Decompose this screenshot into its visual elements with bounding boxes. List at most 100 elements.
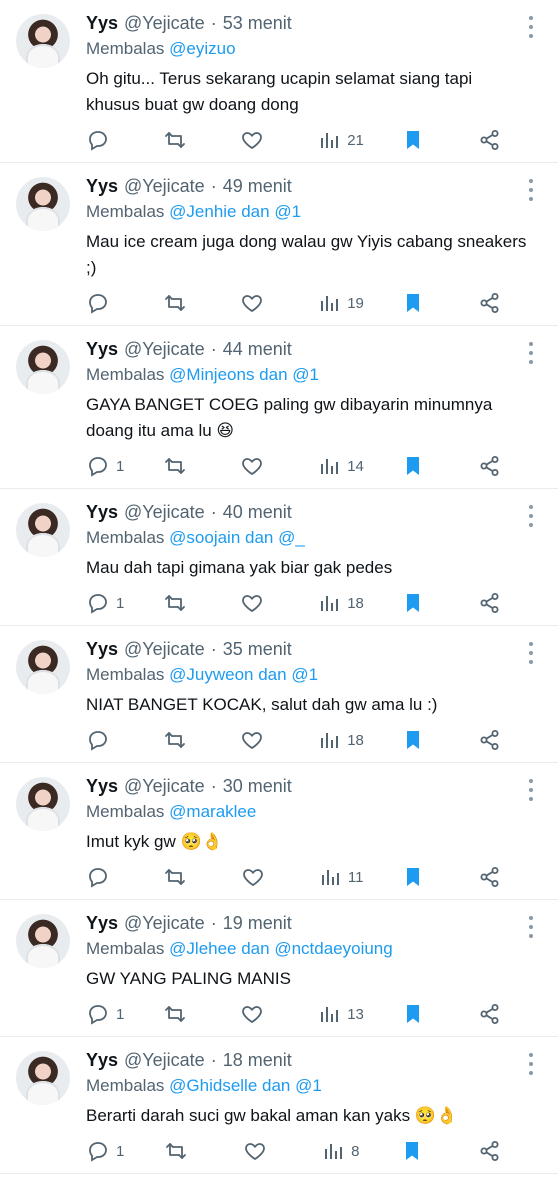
avatar[interactable] xyxy=(16,777,70,831)
author-handle[interactable]: @Yejicate xyxy=(124,175,205,197)
bookmark-button[interactable] xyxy=(401,728,441,752)
retweet-button[interactable] xyxy=(163,1002,203,1026)
like-button[interactable] xyxy=(240,728,280,752)
more-icon[interactable] xyxy=(522,179,540,201)
avatar[interactable] xyxy=(16,640,70,694)
more-icon[interactable] xyxy=(522,916,540,938)
share-button[interactable] xyxy=(478,1139,518,1163)
reply-button[interactable] xyxy=(86,728,126,752)
author-name[interactable]: Yys xyxy=(86,912,118,934)
views-button[interactable]: 13 xyxy=(317,1002,364,1026)
author-handle[interactable]: @Yejicate xyxy=(124,638,205,660)
author-handle[interactable]: @Yejicate xyxy=(124,775,205,797)
bookmark-button[interactable] xyxy=(401,865,441,889)
avatar[interactable] xyxy=(16,503,70,557)
author-handle[interactable]: @Yejicate xyxy=(124,912,205,934)
retweet-button[interactable] xyxy=(163,291,203,315)
replying-to-link[interactable]: @Ghidselle dan @1 xyxy=(169,1076,322,1095)
tweet[interactable]: Yys @Yejicate · 53 menit Membalas @eyizu… xyxy=(0,0,558,163)
share-button[interactable] xyxy=(478,454,518,478)
bookmark-button[interactable] xyxy=(401,454,441,478)
reply-button[interactable]: 1 xyxy=(86,454,126,478)
like-button[interactable] xyxy=(240,1002,280,1026)
bookmark-button[interactable] xyxy=(401,128,441,152)
timestamp[interactable]: 49 menit xyxy=(223,175,292,197)
author-name[interactable]: Yys xyxy=(86,175,118,197)
reply-button[interactable] xyxy=(86,128,126,152)
more-icon[interactable] xyxy=(522,779,540,801)
replying-to-link[interactable]: @Jenhie dan @1 xyxy=(169,202,301,221)
like-button[interactable] xyxy=(240,454,280,478)
author-name[interactable]: Yys xyxy=(86,338,118,360)
replying-to-link[interactable]: @eyizuo xyxy=(169,39,235,58)
retweet-button[interactable] xyxy=(163,128,203,152)
bookmark-button[interactable] xyxy=(400,1139,440,1163)
retweet-button[interactable] xyxy=(163,454,203,478)
timestamp[interactable]: 35 menit xyxy=(223,638,292,660)
bookmark-button[interactable] xyxy=(401,291,441,315)
like-button[interactable] xyxy=(241,865,281,889)
tweet[interactable]: Yys @Yejicate · 19 menit Membalas @Jlehe… xyxy=(0,900,558,1037)
avatar[interactable] xyxy=(16,1051,70,1105)
author-name[interactable]: Yys xyxy=(86,501,118,523)
timestamp[interactable]: 53 menit xyxy=(223,12,292,34)
like-button[interactable] xyxy=(240,291,280,315)
tweet[interactable]: Yys @Yejicate · 35 menit Membalas @Juywe… xyxy=(0,626,558,763)
views-button[interactable]: 18 xyxy=(317,591,364,615)
timestamp[interactable]: 44 menit xyxy=(223,338,292,360)
bookmark-button[interactable] xyxy=(401,591,441,615)
more-icon[interactable] xyxy=(522,16,540,38)
avatar[interactable] xyxy=(16,340,70,394)
retweet-button[interactable] xyxy=(163,728,203,752)
tweet[interactable]: Yys @Yejicate · 44 menit Membalas @Minje… xyxy=(0,326,558,489)
more-icon[interactable] xyxy=(522,505,540,527)
author-name[interactable]: Yys xyxy=(86,638,118,660)
views-button[interactable]: 11 xyxy=(318,865,363,889)
timestamp[interactable]: 40 menit xyxy=(223,501,292,523)
tweet[interactable]: Yys @Yejicate · 49 menit Membalas @Jenhi… xyxy=(0,163,558,326)
tweet[interactable]: Yys @Yejicate · 40 menit Membalas @sooja… xyxy=(0,489,558,626)
reply-button[interactable] xyxy=(86,865,126,889)
retweet-button[interactable] xyxy=(163,865,203,889)
reply-button[interactable]: 1 xyxy=(86,1002,126,1026)
more-icon[interactable] xyxy=(522,642,540,664)
author-handle[interactable]: @Yejicate xyxy=(124,12,205,34)
avatar[interactable] xyxy=(16,914,70,968)
reply-button[interactable]: 1 xyxy=(86,1139,126,1163)
share-button[interactable] xyxy=(478,1002,518,1026)
replying-to-link[interactable]: @maraklee xyxy=(169,802,256,821)
author-name[interactable]: Yys xyxy=(86,1049,118,1071)
views-button[interactable]: 21 xyxy=(317,128,364,152)
like-button[interactable] xyxy=(240,128,280,152)
retweet-button[interactable] xyxy=(163,591,203,615)
author-name[interactable]: Yys xyxy=(86,775,118,797)
like-button[interactable] xyxy=(240,591,280,615)
more-icon[interactable] xyxy=(522,1053,540,1075)
timestamp[interactable]: 18 menit xyxy=(223,1049,292,1071)
replying-to-link[interactable]: @Jlehee dan @nctdaeyoiung xyxy=(169,939,393,958)
share-button[interactable] xyxy=(478,865,518,889)
share-button[interactable] xyxy=(478,591,518,615)
bookmark-button[interactable] xyxy=(401,1002,441,1026)
tweet[interactable]: Yys @Yejicate · 18 menit Membalas @Ghids… xyxy=(0,1037,558,1174)
reply-button[interactable]: 1 xyxy=(86,591,126,615)
share-button[interactable] xyxy=(478,291,518,315)
author-handle[interactable]: @Yejicate xyxy=(124,501,205,523)
retweet-button[interactable] xyxy=(164,1139,204,1163)
timestamp[interactable]: 19 menit xyxy=(223,912,292,934)
timestamp[interactable]: 30 menit xyxy=(223,775,292,797)
avatar[interactable] xyxy=(16,14,70,68)
share-button[interactable] xyxy=(478,128,518,152)
replying-to-link[interactable]: @soojain dan @_ xyxy=(169,528,305,547)
tweet[interactable]: Yys @Yejicate · 30 menit Membalas @marak… xyxy=(0,763,558,900)
more-icon[interactable] xyxy=(522,342,540,364)
views-button[interactable]: 19 xyxy=(317,291,364,315)
like-button[interactable] xyxy=(243,1139,283,1163)
author-handle[interactable]: @Yejicate xyxy=(124,338,205,360)
author-name[interactable]: Yys xyxy=(86,12,118,34)
reply-button[interactable] xyxy=(86,291,126,315)
replying-to-link[interactable]: @Juyweon dan @1 xyxy=(169,665,318,684)
replying-to-link[interactable]: @Minjeons dan @1 xyxy=(169,365,319,384)
avatar[interactable] xyxy=(16,177,70,231)
share-button[interactable] xyxy=(478,728,518,752)
